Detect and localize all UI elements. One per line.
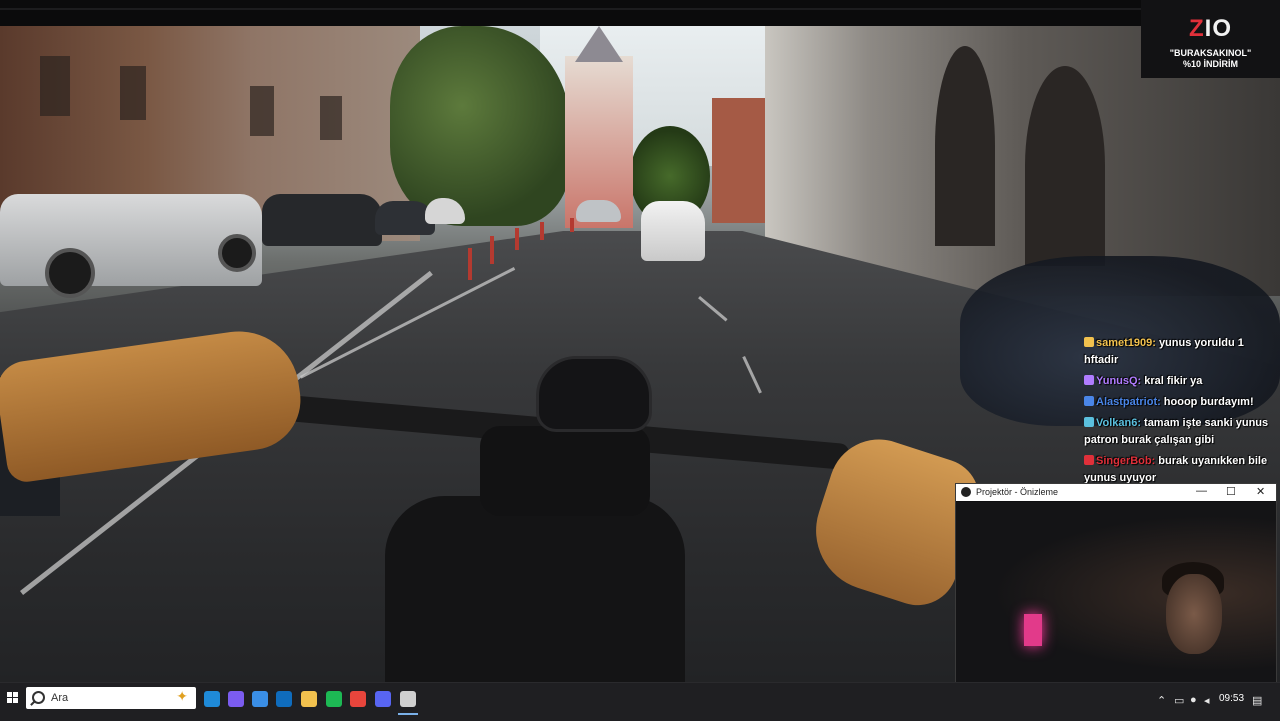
close-button[interactable]: ✕ [1256, 485, 1265, 498]
chat-username: samet1909: [1096, 337, 1156, 349]
bollard [570, 218, 574, 232]
maximize-button[interactable]: ☐ [1226, 485, 1236, 498]
chat-username: Alastpatriot: [1096, 396, 1161, 408]
start-button[interactable] [0, 683, 24, 721]
top-strip [0, 0, 1280, 26]
chat-message: Alastpatriot: hooop burdayım! [1084, 394, 1274, 411]
clock[interactable]: 09:53 [1219, 693, 1244, 704]
obs-icon [961, 487, 971, 497]
car-wheel [218, 234, 256, 272]
parked-car [262, 194, 382, 246]
chat-text: hooop burdayım! [1163, 396, 1254, 408]
streamer-face [1166, 574, 1222, 654]
pink-light [1024, 614, 1042, 646]
sparkle-icon: ✦ [176, 688, 188, 704]
projector-titlebar[interactable]: Projektör - Önizleme — ☐ ✕ [956, 484, 1276, 501]
parked-car [576, 200, 621, 222]
chat-username: Volkan6: [1096, 417, 1142, 429]
outlook-icon[interactable] [276, 691, 292, 707]
discord-icon[interactable] [375, 691, 391, 707]
projector-title: Projektör - Önizleme [976, 487, 1059, 497]
chat-username: YunusQ: [1096, 375, 1142, 387]
chat-text: kral fikir ya [1144, 375, 1203, 387]
bollard [490, 236, 494, 264]
search-icon [32, 691, 45, 704]
promo-code: "BURAKSAKINOL" [1169, 48, 1252, 58]
projector-window[interactable]: Projektör - Önizleme — ☐ ✕ [955, 483, 1277, 686]
search-box[interactable]: Ara ✦ [26, 687, 196, 709]
chevron-up-icon[interactable]: ⌃ [1157, 694, 1166, 707]
projector-preview [956, 502, 1276, 685]
user-badge-icon [1084, 337, 1094, 347]
chat-message: samet1909: yunus yoruldu 1 hftadir [1084, 335, 1274, 369]
user-badge-icon [1084, 417, 1094, 427]
promo-discount: %10 İNDİRİM [1182, 59, 1238, 69]
speedometer-gauge [536, 356, 652, 432]
bollard [515, 228, 519, 250]
handlebar-clamp [480, 426, 650, 516]
chat-message: SingerBob: burak uyanıkken bile yunus uyu… [1084, 453, 1274, 487]
motorbike-tank [385, 496, 685, 682]
chrome-icon[interactable] [350, 691, 366, 707]
chat-username: SingerBob: [1096, 455, 1156, 467]
microphone-icon[interactable]: ● [1190, 694, 1197, 706]
trees [390, 26, 570, 226]
bollard [540, 222, 544, 240]
user-badge-icon [1084, 396, 1094, 406]
user-badge-icon [1084, 375, 1094, 385]
store-icon[interactable] [252, 691, 268, 707]
obs-icon[interactable] [398, 691, 418, 715]
copilot-icon[interactable] [228, 691, 244, 707]
network-icon[interactable]: ▭ [1174, 694, 1184, 707]
bollard [468, 248, 472, 280]
minimize-button[interactable]: — [1196, 485, 1207, 497]
user-badge-icon [1084, 455, 1094, 465]
chat-message: Volkan6: tamam işte sanki yunus patron bu… [1084, 415, 1274, 449]
white-car-ahead [641, 201, 705, 261]
chat-message: YunusQ: kral fikir ya [1084, 373, 1274, 390]
sponsor-promo: ZIO "BURAKSAKINOL" %10 İNDİRİM [1141, 0, 1280, 78]
speaker-icon[interactable]: ◂ [1204, 694, 1210, 707]
search-placeholder: Ara [51, 692, 69, 704]
sponsor-logo: ZIO [1188, 15, 1232, 42]
spotify-icon[interactable] [326, 691, 342, 707]
taskbar: Ara ✦ ⌃ ▭ ● ◂ 09:53 ▤ [0, 682, 1280, 721]
notification-icon[interactable]: ▤ [1252, 694, 1262, 707]
file-explorer-icon[interactable] [301, 691, 317, 707]
edge-icon[interactable] [204, 691, 220, 707]
building-red [712, 98, 772, 223]
car-wheel [45, 248, 95, 298]
